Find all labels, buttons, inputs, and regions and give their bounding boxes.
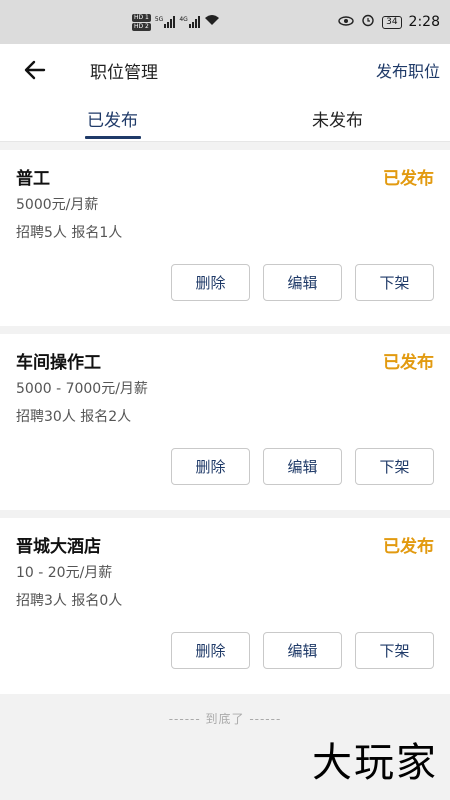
signal-icon: 4G (179, 16, 200, 28)
signal-icon: 5G (154, 16, 176, 28)
clock: 2:28 (408, 14, 440, 30)
edit-button[interactable]: 编辑 (263, 264, 342, 301)
status-bar: HD 1 HD 2 5G 4G 34 2:28 (0, 0, 450, 44)
tab-published[interactable]: 已发布 (0, 96, 225, 141)
status-badge: 已发布 (383, 353, 434, 373)
delete-button[interactable]: 删除 (171, 448, 250, 485)
watermark-logo: 大玩家 (312, 740, 438, 786)
job-card[interactable]: 晋城大酒店 已发布 10 - 20元/月薪 招聘3人 报名0人 删除 编辑 下架 (0, 518, 450, 694)
page-title: 职位管理 (90, 62, 158, 83)
publish-job-button[interactable]: 发布职位 (376, 58, 440, 82)
hd1-label: HD 1 (132, 13, 151, 22)
arrow-left-icon[interactable] (22, 56, 50, 84)
signal-2-tag: 4G (179, 16, 188, 23)
battery-icon: 34 (382, 15, 402, 29)
edit-button[interactable]: 编辑 (263, 632, 342, 669)
job-title: 普工 (16, 169, 50, 189)
job-list: 普工 已发布 5000元/月薪 招聘5人 报名1人 删除 编辑 下架 车间操作工… (0, 142, 450, 694)
job-title: 晋城大酒店 (16, 537, 101, 557)
edit-button[interactable]: 编辑 (263, 448, 342, 485)
job-stats: 招聘5人 报名1人 (16, 225, 123, 241)
hd2-label: HD 2 (132, 22, 151, 31)
tab-bar: 已发布 未发布 (0, 96, 450, 142)
tab-unpublished[interactable]: 未发布 (225, 96, 450, 141)
network-indicators: HD 1 HD 2 5G 4G (132, 13, 220, 31)
status-badge: 已发布 (383, 169, 434, 189)
job-title: 车间操作工 (16, 353, 101, 373)
hd-icon: HD 1 HD 2 (132, 13, 151, 31)
job-stats: 招聘30人 报名2人 (16, 409, 132, 425)
offline-button[interactable]: 下架 (355, 448, 434, 485)
delete-button[interactable]: 删除 (171, 264, 250, 301)
delete-button[interactable]: 删除 (171, 632, 250, 669)
wifi-icon (204, 14, 220, 30)
signal-1-tag: 5G (154, 16, 164, 23)
job-salary: 10 - 20元/月薪 (16, 565, 113, 581)
offline-button[interactable]: 下架 (355, 632, 434, 669)
app-header: 职位管理 发布职位 (0, 44, 450, 96)
job-salary: 5000元/月薪 (16, 197, 99, 213)
job-card[interactable]: 普工 已发布 5000元/月薪 招聘5人 报名1人 删除 编辑 下架 (0, 150, 450, 326)
offline-button[interactable]: 下架 (355, 264, 434, 301)
status-badge: 已发布 (383, 537, 434, 557)
job-card[interactable]: 车间操作工 已发布 5000 - 7000元/月薪 招聘30人 报名2人 删除 … (0, 334, 450, 510)
job-salary: 5000 - 7000元/月薪 (16, 381, 148, 397)
eye-icon (338, 14, 354, 30)
alarm-icon (361, 13, 375, 31)
end-of-list-text: ------ 到底了 ------ (168, 712, 282, 726)
job-stats: 招聘3人 报名0人 (16, 593, 123, 609)
